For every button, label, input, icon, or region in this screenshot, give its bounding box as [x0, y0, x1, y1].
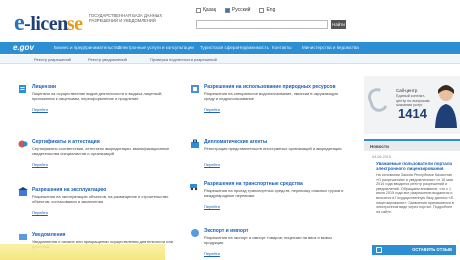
- service-more-link[interactable]: Перейти: [204, 251, 220, 256]
- subnav-item[interactable]: Реестр разрешений: [34, 57, 71, 62]
- lang-kz[interactable]: Қазақ: [196, 7, 216, 13]
- egov-logo[interactable]: e.gov: [13, 43, 34, 52]
- call-center-banner[interactable]: Call-центр Единый контакт-центр по вопро…: [364, 76, 460, 134]
- phone-icon: [365, 85, 391, 115]
- lang-en[interactable]: Eng: [259, 7, 275, 13]
- building-icon: [18, 187, 28, 196]
- radio-icon[interactable]: [259, 7, 265, 13]
- document-icon: [19, 85, 26, 93]
- main-nav: e.gov Бизнес и предпринимательство Элект…: [0, 42, 460, 54]
- operator-photo: [435, 85, 457, 128]
- service-more-link[interactable]: Перейти: [32, 162, 48, 167]
- nav-item[interactable]: Контакты: [272, 45, 291, 50]
- bell-icon: [19, 234, 27, 240]
- service-description: Сертификаты соответствия, аттестаты аккр…: [32, 146, 170, 156]
- subnav-item[interactable]: Проверка подлинности разрешений: [150, 57, 217, 62]
- nav-item[interactable]: Министерства и ведомства: [302, 45, 359, 50]
- envelope-icon: [376, 247, 382, 253]
- service-title[interactable]: Дипломатические агенты: [204, 139, 267, 145]
- news-date: 04.06.2015: [372, 155, 392, 159]
- service-title[interactable]: Разрешения на эксплуатацию: [32, 187, 106, 193]
- news-heading: Новости: [370, 144, 389, 149]
- service-description: Лицензии на осуществление видов деятельн…: [32, 91, 163, 101]
- site-tagline: Государственная база данных разрешений и…: [89, 13, 163, 24]
- feedback-button[interactable]: ОСТАВИТЬ ОТЗЫВ: [372, 245, 456, 255]
- service-description: Разрешения на экспорт и импорт товаров; …: [204, 235, 332, 245]
- nav-item[interactable]: Недвижимость: [238, 45, 269, 50]
- service-description: Разрешения на проезд транспортных средст…: [204, 188, 344, 198]
- service-more-link[interactable]: Перейти: [32, 107, 48, 112]
- nav-item[interactable]: Бизнес и предпринимательство: [54, 45, 120, 50]
- site-header: e-license Государственная база данных ра…: [0, 0, 460, 40]
- service-title[interactable]: Сертификаты и аттестации: [32, 139, 100, 145]
- search-button[interactable]: Найти: [331, 20, 346, 29]
- truck-icon: [190, 184, 198, 191]
- news-heading-bar: Новости: [364, 139, 460, 151]
- service-title[interactable]: Разрешения на транспортные средства: [204, 181, 303, 187]
- service-more-link[interactable]: Перейти: [204, 162, 220, 167]
- news-body: На основании Закона Республики Казахстан…: [376, 173, 455, 214]
- globe-icon: [191, 229, 199, 237]
- certificate-icon: [18, 140, 28, 148]
- leaf-icon: [191, 85, 199, 93]
- service-title[interactable]: Уведомления: [32, 232, 65, 238]
- briefcase-icon: [191, 139, 199, 148]
- search-input[interactable]: [196, 20, 328, 29]
- service-description: Разрешения на специальное водопользовани…: [204, 91, 339, 101]
- radio-icon[interactable]: [196, 7, 201, 13]
- service-description: Регистрация представительств иностранных…: [204, 146, 342, 151]
- nav-item[interactable]: Туристская сфера: [200, 45, 238, 50]
- radio-selected-icon[interactable]: [224, 7, 230, 13]
- service-title[interactable]: Разрешения на использование природных ре…: [204, 84, 336, 90]
- call-center-number: 1414: [398, 106, 427, 121]
- call-center-title: Call-центр: [396, 88, 418, 93]
- sub-nav: Реестр разрешений Реестр уведомлений Про…: [0, 55, 460, 64]
- site-logo[interactable]: e-license: [14, 10, 83, 37]
- service-more-link[interactable]: Перейти: [204, 204, 220, 209]
- lang-ru[interactable]: Русский: [224, 7, 250, 13]
- nav-item[interactable]: Электронные услуги и консультации: [118, 45, 194, 50]
- service-more-link[interactable]: Перейти: [32, 210, 48, 215]
- service-description: Разрешения на эксплуатацию объектов, на …: [32, 194, 169, 204]
- highlight-overlay: [0, 244, 165, 260]
- language-switcher: Қазақ Русский Eng: [196, 7, 275, 13]
- service-more-link[interactable]: Перейти: [204, 107, 220, 112]
- service-title[interactable]: Экспорт и импорт: [204, 228, 248, 234]
- service-title[interactable]: Лицензии: [32, 84, 56, 90]
- news-title[interactable]: Уважаемые пользователи портала электронн…: [376, 161, 456, 171]
- subnav-item[interactable]: Реестр уведомлений: [88, 57, 127, 62]
